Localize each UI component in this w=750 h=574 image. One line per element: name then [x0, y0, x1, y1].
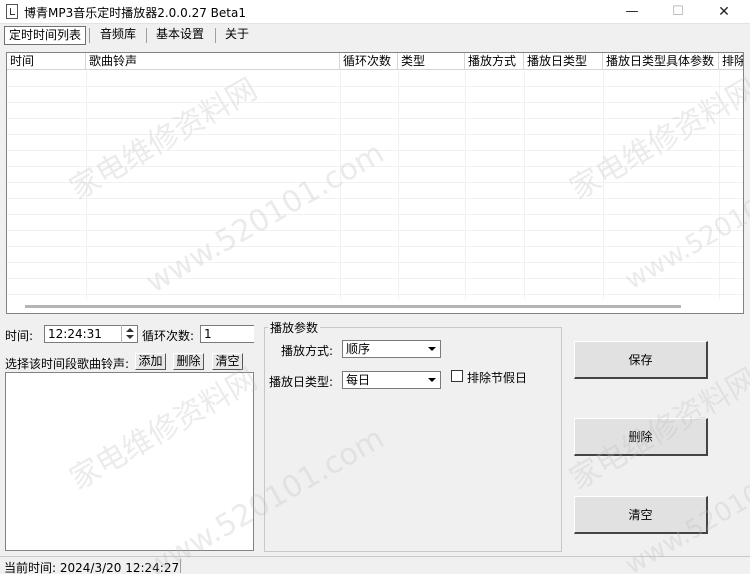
play-mode-select[interactable]: 顺序 — [342, 340, 441, 358]
tab-bar: 定时时间列表 音频库 基本设置 关于 — [0, 24, 750, 48]
tab-divider — [146, 28, 147, 43]
chevron-down-icon[interactable] — [425, 342, 439, 356]
music-file-icon — [6, 4, 18, 19]
loop-count-value: 1 — [204, 327, 212, 341]
exclude-holiday-checkbox[interactable] — [451, 370, 463, 382]
column-divider — [719, 71, 720, 299]
chevron-down-icon[interactable] — [425, 373, 439, 387]
minimize-button[interactable]: — — [609, 0, 655, 24]
table-body[interactable] — [7, 71, 743, 299]
exclude-holiday-label[interactable]: 排除节假日 — [467, 369, 527, 386]
tab-basic-settings[interactable]: 基本设置 — [152, 26, 208, 45]
loop-count-label: 循环次数: — [142, 329, 195, 343]
schedule-table[interactable]: 时间 歌曲铃声 循环次数 类型 播放方式 播放日类型 播放日类型具体参数 排除 — [6, 52, 744, 314]
table-header: 时间 歌曲铃声 循环次数 类型 播放方式 播放日类型 播放日类型具体参数 排除 — [7, 53, 743, 70]
maximize-button[interactable]: ☐ — [655, 0, 701, 24]
tab-schedule-list[interactable]: 定时时间列表 — [4, 26, 87, 45]
status-divider — [180, 559, 181, 573]
window-title: 博青MP3音乐定时播放器2.0.0.27 Beta1 — [24, 6, 246, 20]
column-header-exclude[interactable]: 排除 — [719, 53, 743, 70]
time-label: 时间: — [5, 329, 34, 343]
column-divider — [524, 71, 525, 299]
column-header-play-mode[interactable]: 播放方式 — [465, 53, 524, 70]
spin-up-down-icon[interactable] — [121, 325, 137, 343]
save-button[interactable]: 保存 — [574, 341, 708, 379]
delete-button[interactable]: 删除 — [574, 418, 708, 456]
column-header-type[interactable]: 类型 — [398, 53, 465, 70]
tab-divider — [89, 28, 90, 43]
day-type-label: 播放日类型: — [269, 375, 334, 389]
close-button[interactable]: ✕ — [701, 0, 747, 24]
clear-songs-button[interactable]: 清空 — [212, 353, 243, 370]
column-divider — [603, 71, 604, 299]
tab-divider — [215, 28, 216, 43]
column-header-time[interactable]: 时间 — [7, 53, 86, 70]
select-song-label: 选择该时间段歌曲铃声: — [5, 357, 130, 371]
play-mode-label: 播放方式: — [281, 344, 334, 358]
day-type-value: 每日 — [346, 373, 371, 387]
column-divider — [465, 71, 466, 299]
play-mode-value: 顺序 — [346, 342, 371, 356]
song-list[interactable] — [5, 372, 254, 551]
current-time-status: 当前时间: 2024/3/20 12:24:27 — [4, 561, 180, 574]
loop-count-input[interactable]: 1 — [200, 325, 254, 343]
column-divider — [86, 71, 87, 299]
add-song-button[interactable]: 添加 — [135, 353, 166, 370]
column-header-day-type[interactable]: 播放日类型 — [524, 53, 603, 70]
status-bar: 当前时间: 2024/3/20 12:24:27 — [0, 556, 750, 574]
time-input-value: 12:24:31 — [48, 327, 102, 341]
horizontal-scrollbar[interactable] — [25, 305, 681, 308]
title-bar: 博青MP3音乐定时播放器2.0.0.27 Beta1 — ☐ ✕ — [0, 0, 750, 24]
day-type-select[interactable]: 每日 — [342, 371, 441, 389]
column-header-day-params[interactable]: 播放日类型具体参数 — [603, 53, 719, 70]
play-params-title: 播放参数 — [268, 319, 321, 336]
column-header-loop-count[interactable]: 循环次数 — [340, 53, 398, 70]
clear-button[interactable]: 清空 — [574, 496, 708, 534]
column-divider — [340, 71, 341, 299]
play-params-group — [264, 327, 562, 552]
column-divider — [398, 71, 399, 299]
tab-audio-library[interactable]: 音频库 — [96, 26, 140, 45]
delete-song-button[interactable]: 删除 — [173, 353, 204, 370]
tab-about[interactable]: 关于 — [221, 26, 253, 45]
column-header-song[interactable]: 歌曲铃声 — [86, 53, 340, 70]
